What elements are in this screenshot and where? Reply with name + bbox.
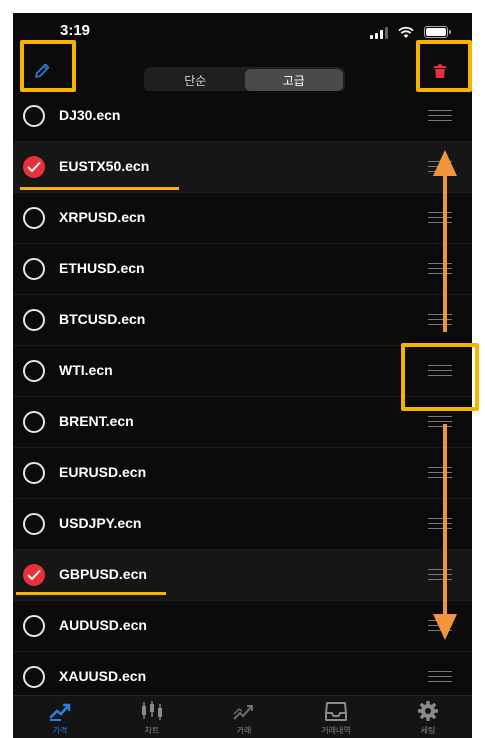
select-radio[interactable] bbox=[23, 462, 45, 484]
select-radio[interactable] bbox=[23, 666, 45, 688]
tab-label: 차트 bbox=[144, 726, 160, 735]
history-tray-icon bbox=[325, 702, 347, 721]
symbol-row[interactable]: EURUSD.ecn bbox=[13, 448, 472, 499]
symbol-name: XAUUSD.ecn bbox=[59, 668, 147, 684]
checked-radio[interactable] bbox=[23, 156, 45, 178]
select-radio[interactable] bbox=[23, 105, 45, 127]
symbol-name: DJ30.ecn bbox=[59, 107, 121, 123]
gear-icon bbox=[418, 701, 438, 721]
symbol-row[interactable]: DJ30.ecn bbox=[13, 91, 472, 142]
tab-history[interactable]: 거래내역 bbox=[301, 700, 371, 738]
price-icon bbox=[49, 703, 71, 721]
delete-button-highlight bbox=[416, 40, 472, 92]
wifi-icon bbox=[398, 26, 414, 38]
drag-handle-icon[interactable] bbox=[428, 671, 452, 683]
battery-icon bbox=[424, 26, 451, 38]
signal-icon bbox=[370, 27, 390, 39]
symbol-name: BRENT.ecn bbox=[59, 413, 134, 429]
drag-handle-highlight bbox=[401, 343, 479, 411]
segment-simple[interactable]: 단순 bbox=[146, 69, 245, 91]
tab-label: 가격 bbox=[52, 726, 68, 735]
select-radio[interactable] bbox=[23, 207, 45, 229]
drag-up-arrow bbox=[433, 150, 457, 332]
candlestick-icon bbox=[142, 701, 162, 720]
tab-settings[interactable]: 세팅 bbox=[393, 700, 463, 738]
symbol-row[interactable]: EUSTX50.ecn bbox=[13, 142, 472, 193]
symbol-name: BTCUSD.ecn bbox=[59, 311, 146, 327]
symbol-row[interactable]: ETHUSD.ecn bbox=[13, 244, 472, 295]
trade-icon bbox=[233, 705, 253, 720]
select-radio[interactable] bbox=[23, 258, 45, 280]
status-time: 3:19 bbox=[60, 22, 91, 39]
checked-radio[interactable] bbox=[23, 564, 45, 586]
tab-price[interactable]: 가격 bbox=[25, 700, 95, 738]
bottom-tab-bar: 가격 차트 거래 거래내역 세팅 bbox=[13, 695, 472, 738]
symbol-row[interactable]: USDJPY.ecn bbox=[13, 499, 472, 550]
symbol-row[interactable]: BTCUSD.ecn bbox=[13, 295, 472, 346]
selected-row-underline bbox=[20, 187, 179, 190]
tab-trade[interactable]: 거래 bbox=[209, 700, 279, 738]
select-radio[interactable] bbox=[23, 309, 45, 331]
symbol-row[interactable]: AUDUSD.ecn bbox=[13, 601, 472, 652]
symbol-name: XRPUSD.ecn bbox=[59, 209, 146, 225]
symbol-name: ETHUSD.ecn bbox=[59, 260, 145, 276]
drag-down-arrow bbox=[433, 424, 457, 640]
checkmark-icon bbox=[27, 570, 41, 581]
tab-label: 거래내역 bbox=[321, 726, 351, 735]
tab-label: 거래 bbox=[236, 726, 252, 735]
symbol-row[interactable]: XAUUSD.ecn bbox=[13, 652, 472, 695]
symbol-name: GBPUSD.ecn bbox=[59, 566, 147, 582]
symbol-name: WTI.ecn bbox=[59, 362, 113, 378]
symbol-row[interactable]: XRPUSD.ecn bbox=[13, 193, 472, 244]
select-radio[interactable] bbox=[23, 411, 45, 433]
segment-advanced[interactable]: 고급 bbox=[244, 69, 343, 91]
select-radio[interactable] bbox=[23, 513, 45, 535]
tab-label: 세팅 bbox=[420, 726, 436, 735]
symbol-name: AUDUSD.ecn bbox=[59, 617, 147, 633]
select-radio[interactable] bbox=[23, 615, 45, 637]
edit-button-highlight bbox=[20, 40, 76, 92]
checkmark-icon bbox=[27, 162, 41, 173]
drag-handle-icon[interactable] bbox=[428, 110, 452, 122]
symbol-name: EUSTX50.ecn bbox=[59, 158, 150, 174]
status-bar: 3:19 bbox=[13, 13, 472, 53]
tab-chart[interactable]: 차트 bbox=[117, 700, 187, 738]
symbol-name: EURUSD.ecn bbox=[59, 464, 147, 480]
mode-segmented-control: 단순 고급 bbox=[144, 67, 345, 93]
symbol-name: USDJPY.ecn bbox=[59, 515, 142, 531]
select-radio[interactable] bbox=[23, 360, 45, 382]
selected-row-underline bbox=[16, 592, 166, 595]
